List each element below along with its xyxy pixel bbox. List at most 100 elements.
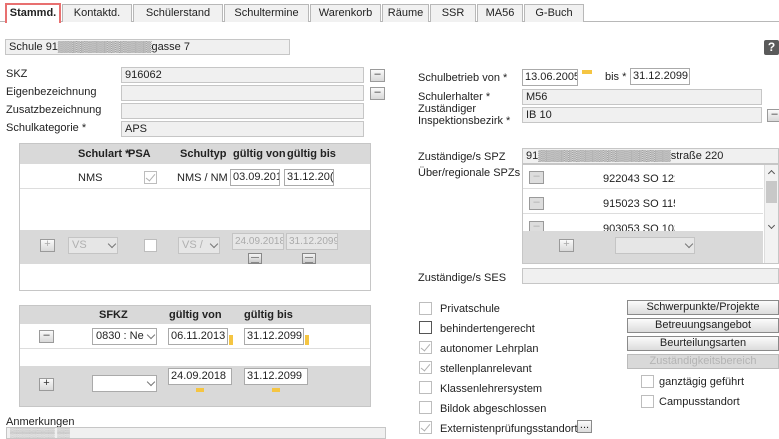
row-psa-checkbox[interactable] <box>144 171 157 184</box>
scroll-up-icon[interactable] <box>767 169 776 178</box>
sfkz-remove-button[interactable]: – <box>39 330 54 343</box>
new-gueltig-bis[interactable]: 31.12.2099 <box>286 233 338 250</box>
new-sfkz-bis[interactable]: 31.12.2099 <box>244 368 308 385</box>
inspektion-minus-button[interactable]: – <box>767 109 779 122</box>
schulbetrieb-bis-label: bis * <box>605 71 627 83</box>
new-schulart-select[interactable]: VS <box>68 237 118 254</box>
row-schultyp: NMS / NM <box>177 172 228 184</box>
eigen-minus-button[interactable]: – <box>370 87 385 100</box>
school-name-field: Schule 91▒▒▒▒▒▒▒▒▒▒▒▒gasse 7 <box>5 39 290 55</box>
ganztaegig-label: ganztägig geführt <box>659 376 745 388</box>
new-gueltig-von[interactable]: 24.09.2018 <box>232 233 284 250</box>
chevron-down-icon <box>107 239 117 249</box>
row-schulart: NMS <box>78 172 103 184</box>
eigenbezeichnung-field <box>121 85 364 101</box>
new-schultyp-select[interactable]: VS / <box>178 237 220 254</box>
calendar-icon[interactable] <box>272 388 280 392</box>
ganztaegig-checkbox[interactable] <box>641 375 654 388</box>
behindertengerecht-checkbox[interactable] <box>419 321 432 334</box>
tab-ssr[interactable]: SSR <box>430 4 476 22</box>
tab-stammdaten[interactable]: Stammd. <box>5 3 61 23</box>
inspektion-label-2: Inspektionsbezirk * <box>418 115 511 127</box>
externisten-label: Externistenprüfungsstandort <box>440 423 578 435</box>
schulbetrieb-von-field[interactable]: 13.06.2005 <box>522 69 578 86</box>
klassenlehrersystem-checkbox[interactable] <box>419 381 432 394</box>
regional-remove-button[interactable]: – <box>529 171 544 184</box>
bildok-checkbox[interactable] <box>419 401 432 414</box>
ses-field <box>522 268 779 284</box>
tab-ma56[interactable]: MA56 <box>477 4 523 22</box>
sfkz-gueltig-bis[interactable]: 31.12.2099 <box>244 328 304 345</box>
tab-schuelerstand[interactable]: Schülerstand <box>133 4 223 22</box>
chevron-down-icon <box>209 239 219 249</box>
tab-raeume[interactable]: Räume <box>382 4 429 22</box>
schulbetrieb-bis-field[interactable]: 31.12.2099 <box>630 68 690 85</box>
schulkategorie-field: APS <box>121 121 364 137</box>
calendar-icon[interactable] <box>582 70 592 74</box>
tab-bar: Stammd. Kontaktd. Schülerstand Schulterm… <box>0 0 779 23</box>
regional-remove-button[interactable]: – <box>529 197 544 210</box>
chevron-down-icon <box>684 239 694 249</box>
row-gueltig-bis[interactable]: 31.12.20( <box>284 169 334 186</box>
new-sfkz-select[interactable] <box>92 375 157 392</box>
sfkz-add-button[interactable]: + <box>39 378 54 391</box>
skz-field: 916062 <box>121 67 364 83</box>
calendar-icon[interactable] <box>305 335 309 345</box>
regional-value: 915023 SO 115( <box>603 198 675 210</box>
tab-schultermine[interactable]: Schultermine <box>224 4 309 22</box>
regional-add-button[interactable]: + <box>559 239 574 252</box>
scroll-thumb[interactable] <box>766 181 777 203</box>
skz-minus-button[interactable]: – <box>370 69 385 82</box>
campusstandort-label: Campusstandort <box>659 396 740 408</box>
skz-label: SKZ <box>6 68 28 80</box>
bildok-label: Bildok abgeschlossen <box>440 403 547 415</box>
col-schulart: Schulart * <box>78 148 130 160</box>
scroll-down-icon[interactable] <box>767 221 776 230</box>
regional-value: 922043 SO 122( <box>603 173 675 185</box>
autonomer-lehrplan-checkbox[interactable] <box>419 341 432 354</box>
zustaendigkeitsbereich-button[interactable]: Zuständigkeitsbereich <box>627 354 779 369</box>
privatschule-label: Privatschule <box>440 303 500 315</box>
anmerkungen-field[interactable]: ▒▒▒▒▒▒▒ ▒▒ <box>6 427 386 439</box>
beurteilungsarten-button[interactable]: Beurteilungsarten <box>627 336 779 351</box>
new-sfkz-von[interactable]: 24.09.2018 <box>168 368 232 385</box>
betreuungsangebot-button[interactable]: Betreuungsangebot <box>627 318 779 333</box>
ses-label: Zuständige/s SES <box>418 272 507 284</box>
tab-warenkorb[interactable]: Warenkorb <box>310 4 381 22</box>
stellenplanrelevant-checkbox[interactable] <box>419 361 432 374</box>
privatschule-checkbox[interactable] <box>419 302 432 315</box>
klassenlehrersystem-label: Klassenlehrersystem <box>440 383 543 395</box>
help-icon[interactable]: ? <box>764 40 779 55</box>
zusatzbezeichnung-label: Zusatzbezeichnung <box>6 104 102 116</box>
col-sfkz-bis: gültig bis <box>244 309 293 321</box>
calendar-icon[interactable] <box>196 388 204 392</box>
behindertengerecht-label: behindertengerecht <box>440 323 535 335</box>
externisten-checkbox[interactable] <box>419 421 432 434</box>
row-gueltig-von[interactable]: 03.09.201 <box>230 169 280 186</box>
calendar-icon[interactable] <box>302 253 316 264</box>
spz-field: 91▒▒▒▒▒▒▒▒▒▒▒▒▒▒▒▒▒straße 220 <box>522 148 779 164</box>
zusatzbezeichnung-field <box>121 103 364 119</box>
schulart-table: Schulart * PSA Schultyp gültig von gülti… <box>19 143 371 291</box>
schulart-add-button[interactable]: + <box>40 239 55 252</box>
col-psa: PSA <box>128 148 151 160</box>
tab-gbuch[interactable]: G-Buch <box>524 4 584 22</box>
calendar-icon[interactable] <box>229 335 233 345</box>
campusstandort-checkbox[interactable] <box>641 395 654 408</box>
scrollbar[interactable] <box>764 165 778 263</box>
sfkz-select[interactable]: 0830 : Ne <box>92 328 157 345</box>
tab-kontaktdaten[interactable]: Kontaktd. <box>62 4 132 22</box>
sfkz-table: SFKZ gültig von gültig bis – 0830 : Ne 0… <box>19 305 371 407</box>
schwerpunkte-button[interactable]: Schwerpunkte/Projekte <box>627 300 779 315</box>
spz-label: Zuständige/s SPZ <box>418 151 506 163</box>
col-gueltig-bis: gültig bis <box>287 148 336 160</box>
chevron-down-icon <box>146 377 156 387</box>
externisten-more-button[interactable]: ... <box>577 420 592 433</box>
schulkategorie-label: Schulkategorie * <box>6 122 87 134</box>
new-psa-checkbox[interactable] <box>144 239 157 252</box>
regional-new-select[interactable] <box>615 237 695 254</box>
stellenplanrelevant-label: stellenplanrelevant <box>440 363 532 375</box>
calendar-icon[interactable] <box>248 253 262 264</box>
sfkz-gueltig-von[interactable]: 06.11.2013 <box>168 328 228 345</box>
inspektion-field: IB 10 <box>522 107 762 123</box>
